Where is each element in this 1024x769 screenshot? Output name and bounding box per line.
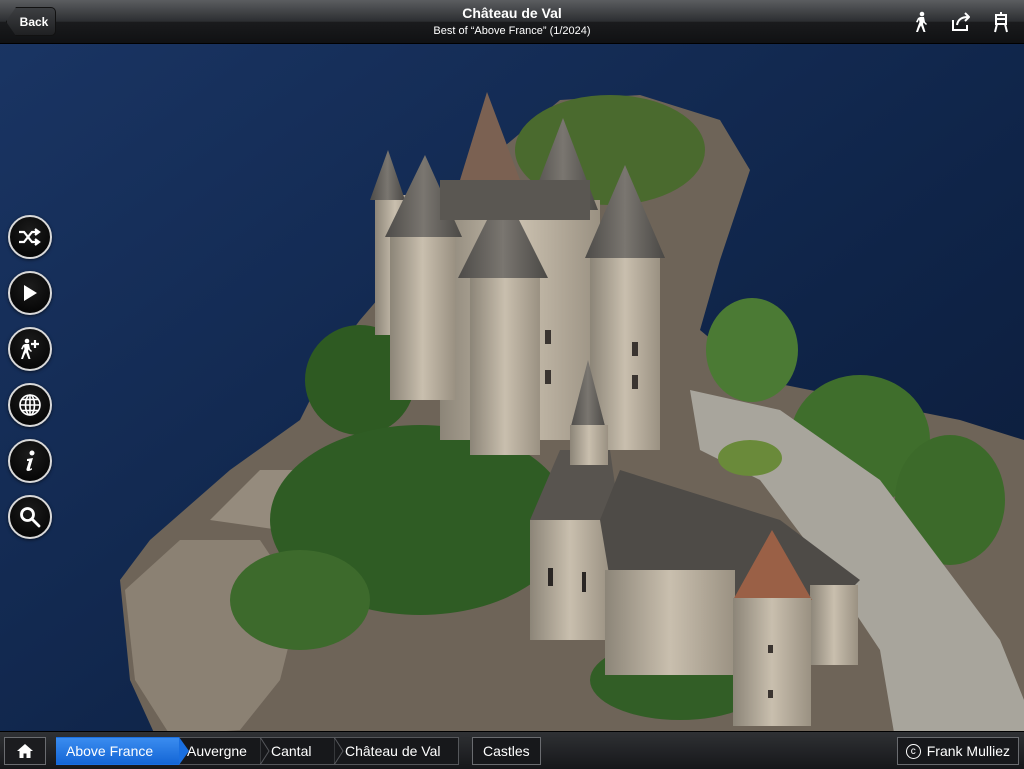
shuffle-icon (19, 228, 41, 246)
share-icon[interactable] (948, 9, 974, 35)
globe-button[interactable] (8, 383, 52, 427)
breadcrumb-item-chateau-de-val[interactable]: Château de Val (335, 737, 459, 765)
walker-plus-icon (21, 338, 39, 359)
search-icon (20, 507, 41, 528)
credit-name: Frank Mulliez (926, 743, 1010, 759)
info-icon (26, 450, 35, 471)
easel-icon[interactable] (988, 9, 1014, 35)
walker-icon[interactable] (908, 9, 934, 35)
copyright-icon: c (905, 743, 921, 759)
play-icon (24, 285, 37, 301)
play-button[interactable] (8, 271, 52, 315)
top-actions (908, 9, 1014, 35)
back-button[interactable]: Back (6, 7, 56, 36)
tag-castles-button[interactable]: Castles (472, 737, 541, 765)
search-button[interactable] (8, 495, 52, 539)
globe-icon (19, 394, 41, 416)
breadcrumb-label: Cantal (271, 743, 312, 759)
breadcrumb-label: Auvergne (187, 743, 247, 759)
side-button-column (8, 215, 52, 539)
photo-credit[interactable]: c Frank Mulliez (896, 737, 1019, 765)
page-title: Château de Val (462, 5, 562, 21)
home-button[interactable] (4, 737, 46, 765)
breadcrumb-item-cantal[interactable]: Cantal (261, 737, 344, 765)
add-walker-button[interactable] (8, 327, 52, 371)
breadcrumb-label: Château de Val (345, 743, 441, 759)
title-block: Château de Val Best of “Above France” (1… (300, 5, 724, 38)
breadcrumb-label: Above France (66, 743, 154, 759)
bottom-breadcrumb-bar: Above France Auvergne Cantal Château de … (0, 731, 1024, 769)
home-icon (17, 744, 33, 758)
castle-aerial-photo (0, 0, 1024, 768)
top-navigation-bar: Back Château de Val Best of “Above Franc… (0, 0, 1024, 44)
info-button[interactable] (8, 439, 52, 483)
shuffle-button[interactable] (8, 215, 52, 259)
breadcrumb-item-auvergne[interactable]: Auvergne (179, 737, 270, 765)
breadcrumb-item-above-france[interactable]: Above France (56, 737, 189, 765)
page-subtitle: Best of “Above France” (1/2024) (433, 25, 591, 37)
breadcrumb: Above France Auvergne Cantal Château de … (56, 737, 459, 765)
